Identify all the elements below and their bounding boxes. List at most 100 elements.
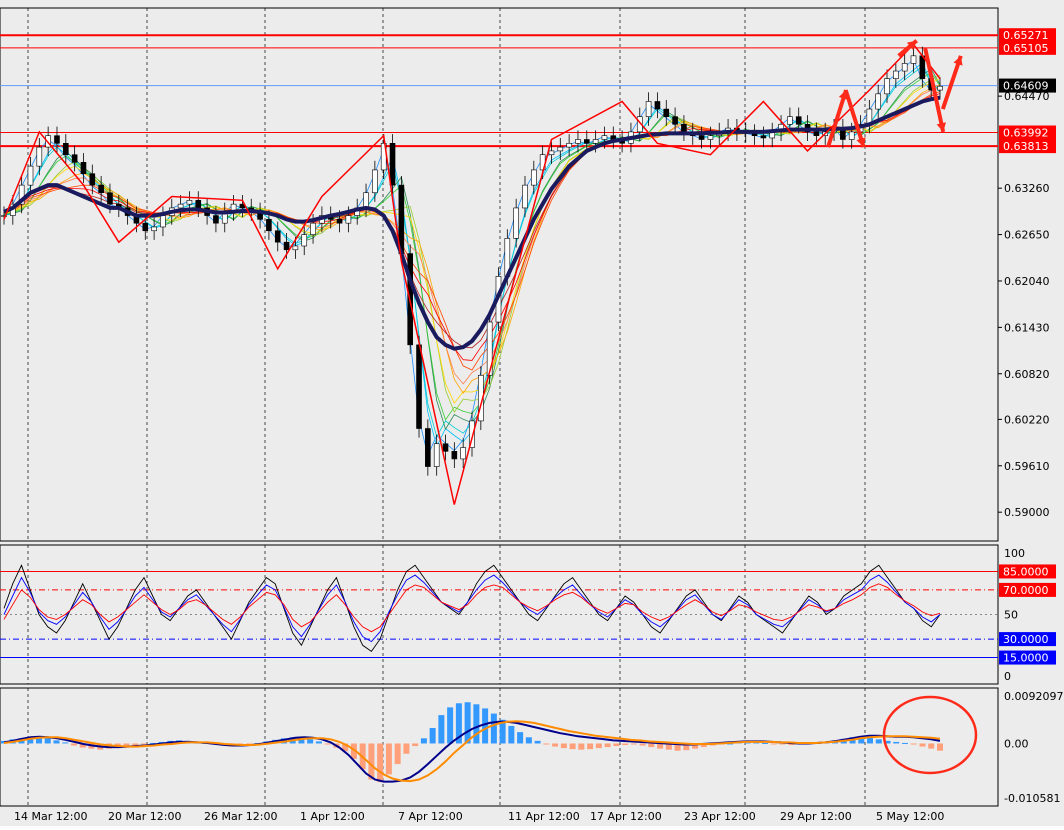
macd-histogram-bar <box>595 743 602 749</box>
macd-histogram-bar <box>613 743 620 747</box>
candle-body <box>27 165 34 186</box>
y-tick-label: 0 <box>1004 670 1011 683</box>
y-tick-label: 0.00 <box>1004 737 1029 750</box>
stoch-level-label: 15.0000 <box>1003 652 1049 665</box>
candle-body <box>63 142 69 156</box>
macd-histogram-bar <box>324 743 331 745</box>
candle-body <box>372 169 378 194</box>
macd-histogram-bar <box>385 743 392 775</box>
macd-histogram-bar <box>429 728 436 744</box>
macd-histogram-bar <box>53 740 60 744</box>
price-level-label: 0.65105 <box>1003 42 1049 55</box>
candle-body <box>760 135 767 139</box>
candle-body <box>177 203 184 209</box>
candle-body <box>195 200 202 209</box>
panel-frame <box>0 687 999 807</box>
candle-body <box>292 245 299 251</box>
macd-histogram-bar <box>525 737 532 744</box>
macd-histogram-bar <box>762 742 769 744</box>
macd-histogram-bar <box>937 743 943 751</box>
candle-body <box>548 150 555 156</box>
macd-histogram-bar <box>447 707 454 744</box>
candle-body <box>71 154 78 163</box>
candle-body <box>389 142 396 186</box>
macd-histogram-bar <box>508 725 515 744</box>
y-tick-label: -0.010581 <box>1004 792 1060 805</box>
stoch-level-label: 85.0000 <box>1003 565 1049 578</box>
candle-body <box>363 192 369 209</box>
candle-body <box>186 200 193 205</box>
macd-histogram-bar <box>630 743 637 745</box>
panel-frame <box>0 544 999 685</box>
candle-body <box>848 131 855 140</box>
y-tick-label: 0.61430 <box>1004 321 1050 334</box>
candle-body <box>583 139 590 144</box>
macd-histogram-bar <box>648 743 655 748</box>
y-tick-label: 0.59000 <box>1004 506 1050 519</box>
macd-histogram-bar <box>438 715 445 744</box>
macd-histogram-bar <box>552 743 559 747</box>
macd-histogram-bar <box>473 704 480 744</box>
macd-histogram-bar <box>377 743 384 783</box>
x-tick-label: 14 Mar 12:00 <box>14 810 87 823</box>
x-tick-label: 23 Apr 12:00 <box>684 810 756 823</box>
trading-chart: 0.64470 0.63260 0.62650 0.62040 0.61430 0.608… <box>0 0 1064 826</box>
macd-histogram-bar <box>770 743 777 745</box>
candle-body <box>80 162 87 175</box>
macd-histogram-bar <box>412 743 419 747</box>
y-tick-label: 0.0092097 <box>1004 690 1064 703</box>
macd-histogram-bar <box>587 743 594 750</box>
candle-body <box>310 222 316 235</box>
x-tick-label: 20 Mar 12:00 <box>108 810 181 823</box>
macd-histogram-bar <box>307 739 314 744</box>
macd-histogram-bar <box>482 708 489 744</box>
candle-body <box>98 184 104 194</box>
price-level-label: 0.65271 <box>1003 29 1049 42</box>
candle-body <box>301 234 308 247</box>
macd-histogram-bar <box>910 743 917 745</box>
candle-body <box>36 146 43 167</box>
candle-body <box>575 139 581 144</box>
y-tick-label: 0.62040 <box>1004 275 1050 288</box>
candle-body <box>707 135 714 140</box>
macd-histogram-bar <box>928 743 935 749</box>
x-tick-label: 17 Apr 12:00 <box>590 810 662 823</box>
candle-body <box>89 173 96 186</box>
candle-body <box>425 428 431 467</box>
macd-histogram-bar <box>517 732 524 744</box>
current-price-label: 0.64609 <box>1003 80 1049 93</box>
y-tick-label: 0.60820 <box>1004 368 1050 381</box>
candle-body <box>884 78 890 95</box>
y-tick-label: 0.63260 <box>1004 182 1050 195</box>
x-tick-label: 26 Mar 12:00 <box>204 810 277 823</box>
candle-body <box>151 226 157 232</box>
macd-histogram-bar <box>893 741 900 744</box>
candle-body <box>795 116 802 125</box>
macd-histogram-bar <box>902 742 909 744</box>
macd-histogram-bar <box>420 738 427 744</box>
macd-histogram-bar <box>403 743 410 754</box>
candle-body <box>460 447 466 460</box>
candle-body <box>433 443 440 467</box>
candle-body <box>787 116 793 125</box>
macd-histogram-bar <box>44 738 51 744</box>
candle-body <box>910 55 917 64</box>
y-tick-label: 0.59610 <box>1004 460 1050 473</box>
candle-body <box>672 116 678 125</box>
candle-body <box>266 219 272 232</box>
macd-histogram-bar <box>368 743 375 780</box>
candle-body <box>451 451 458 460</box>
candle-body <box>698 135 705 140</box>
y-tick-label: 0.60220 <box>1004 413 1050 426</box>
price-level-label: 0.63992 <box>1003 126 1049 139</box>
candle-body <box>663 108 670 117</box>
macd-histogram-bar <box>867 737 874 744</box>
candle-body <box>681 123 687 133</box>
macd-histogram-bar <box>569 743 576 750</box>
candle-body <box>901 63 908 72</box>
y-tick-label: 100 <box>1004 547 1025 560</box>
price-level-label: 0.63813 <box>1003 140 1049 153</box>
macd-histogram-bar <box>622 743 629 746</box>
macd-histogram-bar <box>62 742 69 744</box>
candle-body <box>513 207 519 239</box>
